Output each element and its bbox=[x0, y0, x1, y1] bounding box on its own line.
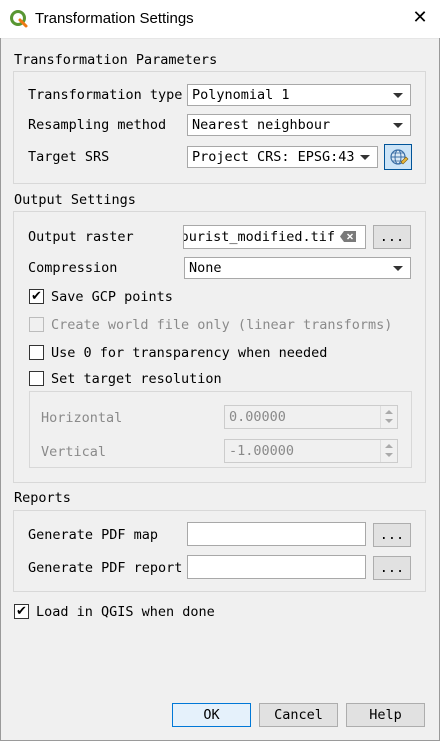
world-file-checkbox[interactable] bbox=[29, 317, 44, 332]
ok-button[interactable]: OK bbox=[172, 703, 251, 727]
transformation-type-label: Transformation type bbox=[28, 87, 183, 103]
save-gcp-label: Save GCP points bbox=[51, 289, 173, 305]
target-resolution-label: Set target resolution bbox=[51, 371, 222, 387]
spin-up-icon bbox=[385, 444, 393, 448]
vertical-spinbox[interactable]: -1.00000 bbox=[224, 439, 398, 463]
close-icon[interactable]: ✕ bbox=[412, 9, 428, 27]
clear-text-icon[interactable] bbox=[340, 231, 356, 242]
vertical-label: Vertical bbox=[41, 444, 107, 460]
globe-icon bbox=[390, 149, 409, 165]
transformation-type-combo[interactable]: Polynomial 1 bbox=[187, 84, 411, 106]
pdf-map-input[interactable] bbox=[187, 522, 366, 546]
chevron-down-icon bbox=[360, 155, 370, 160]
spin-up-icon bbox=[385, 410, 393, 414]
pdf-report-label: Generate PDF report bbox=[28, 560, 183, 576]
pdf-map-browse-button[interactable]: ... bbox=[373, 523, 411, 547]
compression-combo[interactable]: None bbox=[184, 257, 411, 279]
load-in-qgis-checkbox[interactable]: ✔ bbox=[14, 604, 29, 619]
window-title: Transformation Settings bbox=[35, 10, 194, 27]
target-srs-combo[interactable]: Project CRS: EPSG:43 bbox=[187, 146, 378, 168]
title-bar: Transformation Settings ✕ bbox=[0, 0, 440, 39]
resampling-method-label: Resampling method bbox=[28, 117, 167, 133]
checkmark-icon: ✔ bbox=[16, 604, 27, 619]
spin-buttons[interactable] bbox=[380, 406, 397, 428]
pdf-report-browse-button[interactable]: ... bbox=[373, 556, 411, 580]
cancel-button[interactable]: Cancel bbox=[259, 703, 338, 727]
target-srs-value: Project CRS: EPSG:43 bbox=[192, 149, 355, 165]
load-in-qgis-label: Load in QGIS when done bbox=[36, 604, 215, 620]
select-crs-button[interactable] bbox=[384, 144, 412, 170]
horizontal-label: Horizontal bbox=[41, 410, 123, 426]
output-raster-label: Output raster bbox=[28, 229, 134, 245]
chevron-down-icon bbox=[393, 123, 403, 128]
target-resolution-checkbox[interactable] bbox=[29, 371, 44, 386]
resampling-method-combo[interactable]: Nearest neighbour bbox=[187, 114, 411, 136]
reports-title: Reports bbox=[14, 490, 71, 506]
qgis-logo-icon bbox=[10, 10, 28, 28]
compression-value: None bbox=[189, 260, 222, 276]
target-srs-label: Target SRS bbox=[28, 149, 110, 165]
pdf-map-label: Generate PDF map bbox=[28, 527, 159, 543]
world-file-label: Create world file only (linear transform… bbox=[51, 317, 393, 333]
horizontal-value: 0.00000 bbox=[229, 409, 286, 425]
output-raster-value: ourist_modified.tif bbox=[183, 229, 335, 245]
save-gcp-checkbox[interactable]: ✔ bbox=[29, 289, 44, 304]
transformation-parameters-title: Transformation Parameters bbox=[14, 52, 218, 68]
output-settings-title: Output Settings bbox=[14, 192, 136, 208]
horizontal-spinbox[interactable]: 0.00000 bbox=[224, 405, 398, 429]
transparency-label: Use 0 for transparency when needed bbox=[51, 345, 328, 361]
resampling-method-value: Nearest neighbour bbox=[192, 117, 331, 133]
spin-down-icon bbox=[385, 453, 393, 457]
compression-label: Compression bbox=[28, 260, 118, 276]
pdf-report-input[interactable] bbox=[187, 555, 366, 579]
chevron-down-icon bbox=[393, 266, 403, 271]
output-raster-browse-button[interactable]: ... bbox=[373, 225, 411, 249]
transparency-checkbox[interactable] bbox=[29, 345, 44, 360]
vertical-value: -1.00000 bbox=[229, 443, 295, 459]
transformation-type-value: Polynomial 1 bbox=[192, 87, 290, 103]
output-raster-input[interactable]: ourist_modified.tif bbox=[183, 225, 366, 249]
spin-down-icon bbox=[385, 419, 393, 423]
help-button[interactable]: Help bbox=[346, 703, 425, 727]
checkmark-icon: ✔ bbox=[31, 289, 42, 304]
chevron-down-icon bbox=[393, 93, 403, 98]
spin-buttons[interactable] bbox=[380, 440, 397, 462]
